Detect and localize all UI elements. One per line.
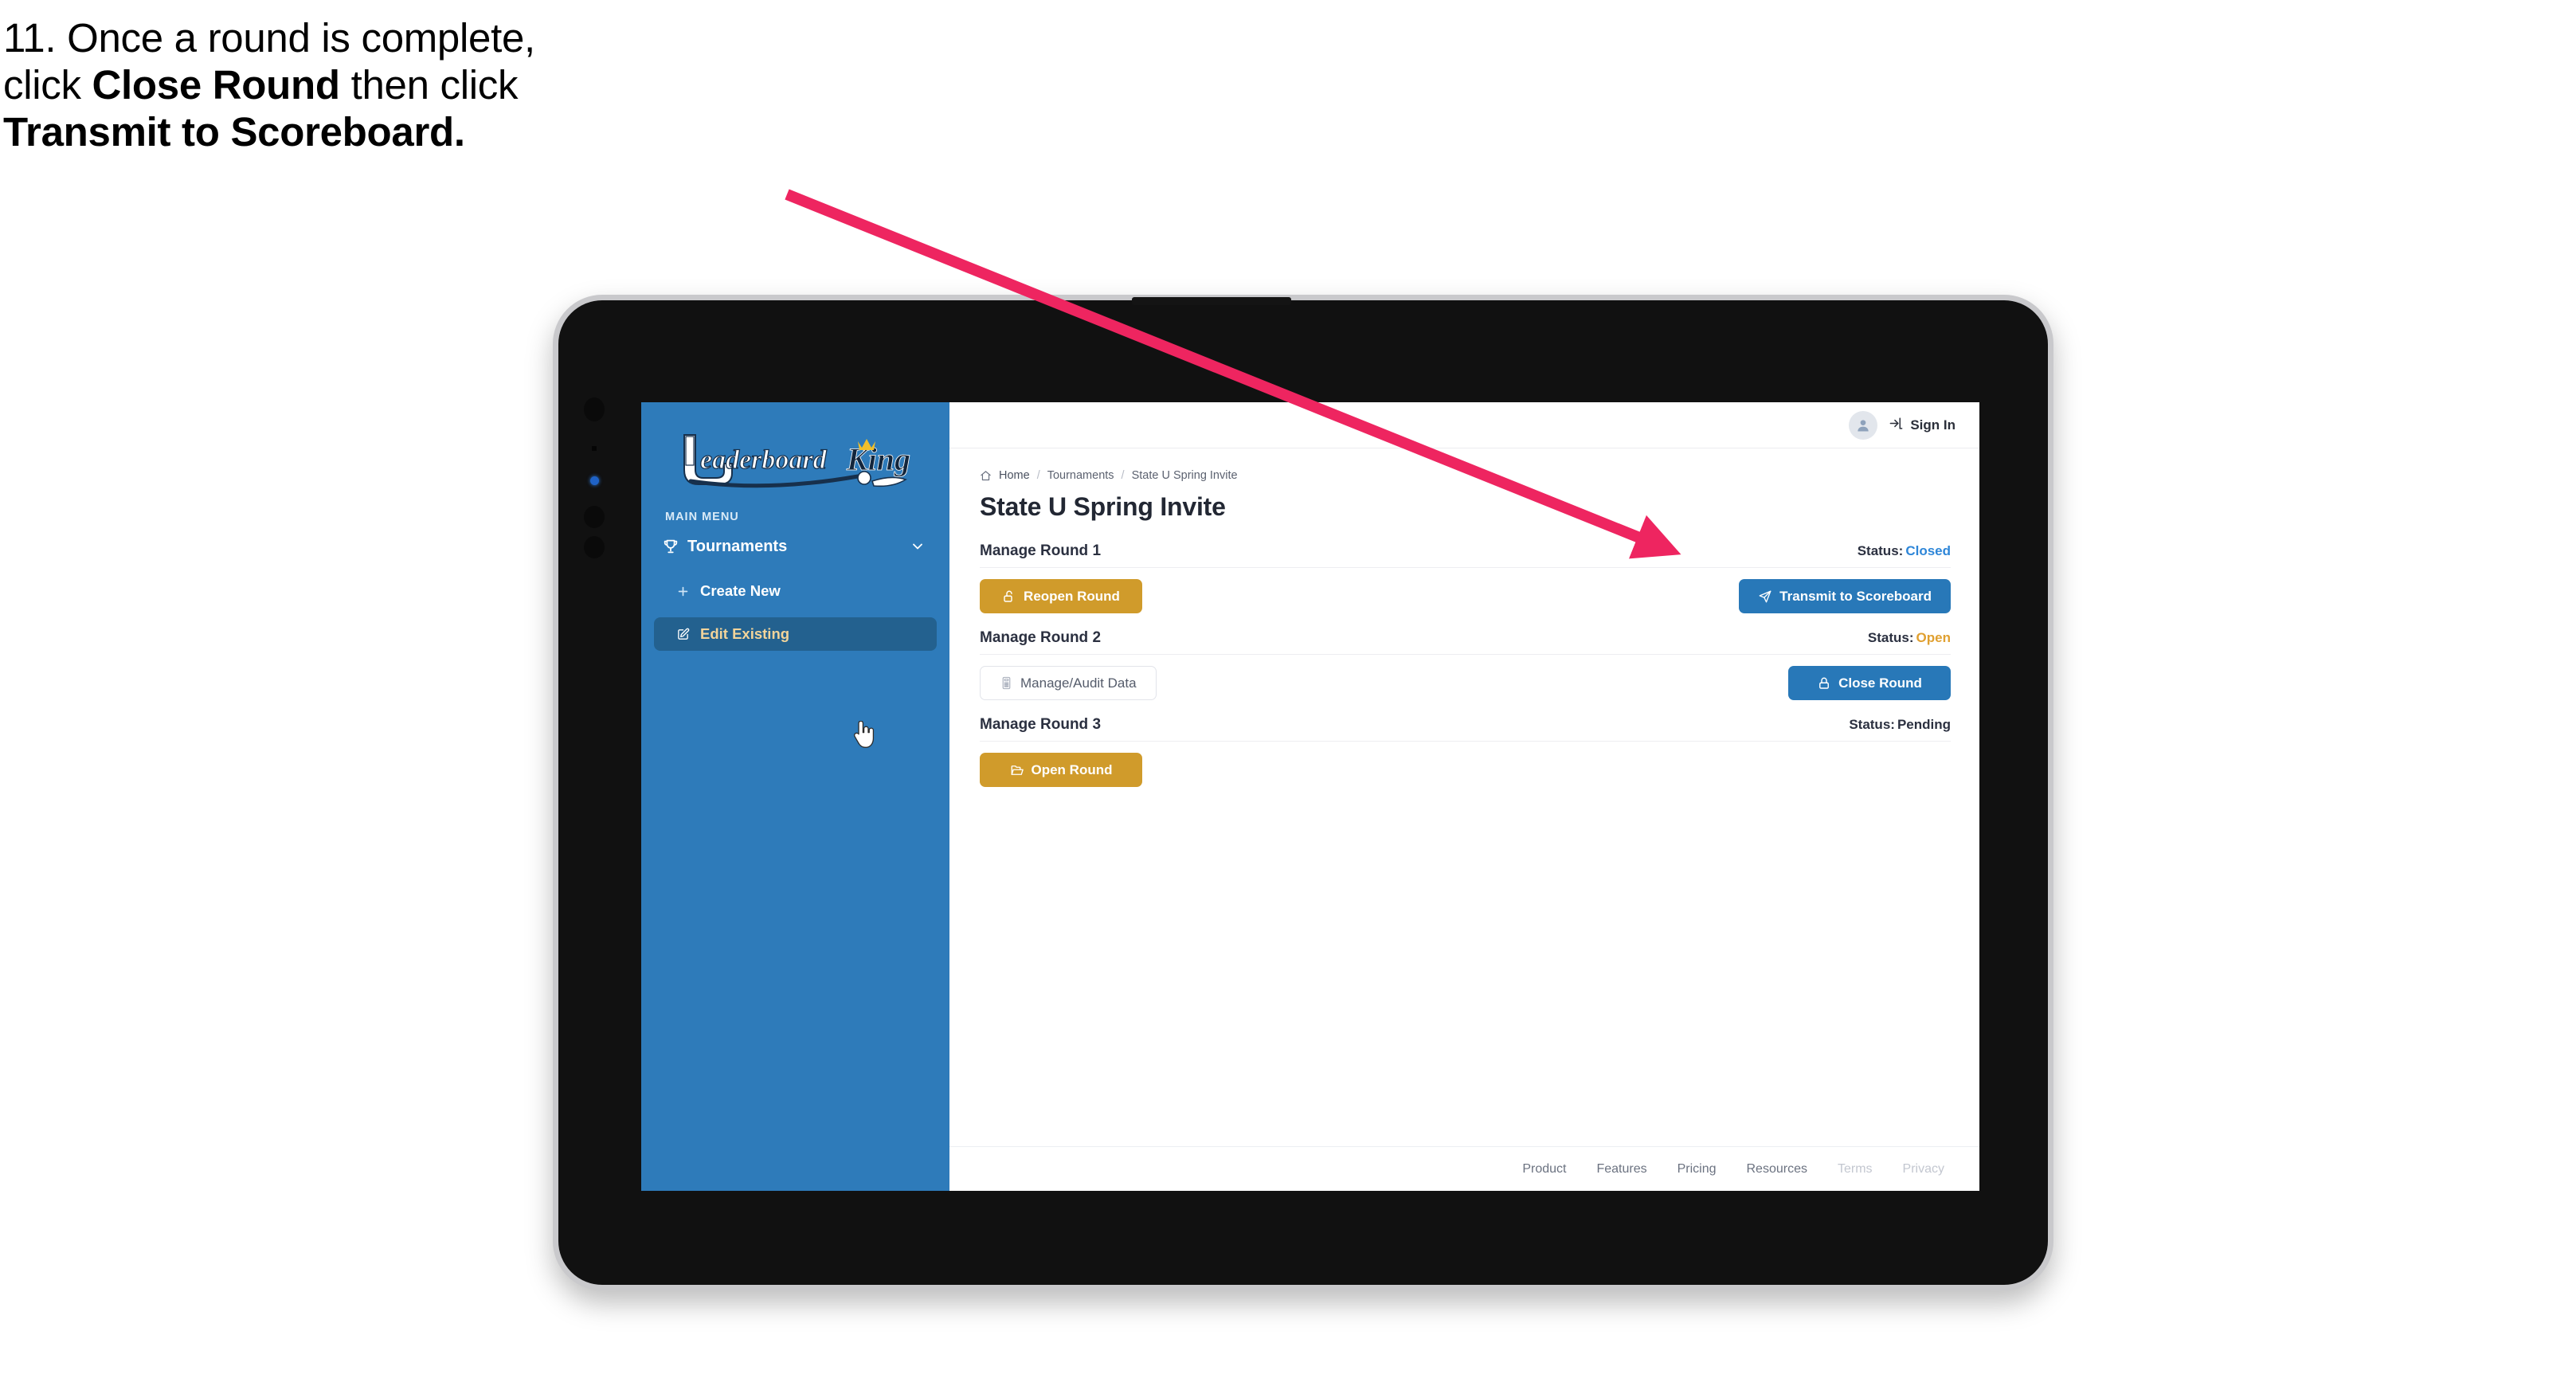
round-3-header: Manage Round 3 Status: Pending xyxy=(980,716,1951,742)
round-1-status: Status: Closed xyxy=(1858,543,1951,559)
round-1-title: Manage Round 1 xyxy=(980,542,1102,559)
caption-line-3: Transmit to Scoreboard. xyxy=(3,112,863,152)
round-2-status-prefix: Status: xyxy=(1867,630,1914,645)
round-1-header: Manage Round 1 Status: Closed xyxy=(980,542,1951,568)
round-1-actions: Reopen Round Transmit to Scoreboard xyxy=(980,568,1951,613)
top-bar: Sign In xyxy=(949,402,1979,448)
trophy-icon xyxy=(662,538,686,555)
app-logo[interactable]: eaderboard King xyxy=(641,420,949,496)
round-2-header: Manage Round 2 Status: Open xyxy=(980,629,1951,655)
status-badge: Open xyxy=(1916,630,1951,645)
sidebar-item-create-new[interactable]: Create New xyxy=(654,574,937,608)
close-round-button[interactable]: Close Round xyxy=(1788,666,1951,700)
footer-link-resources[interactable]: Resources xyxy=(1747,1162,1807,1177)
unlock-icon xyxy=(1002,589,1016,604)
plus-icon xyxy=(676,583,700,599)
edit-square-icon xyxy=(676,626,700,642)
round-3-status-prefix: Status: xyxy=(1849,717,1895,732)
tablet-mic-dot-1 xyxy=(584,506,605,528)
breadcrumb-item-current: State U Spring Invite xyxy=(1131,469,1238,482)
round-3-actions: Open Round xyxy=(980,742,1951,787)
round-block-1: Manage Round 1 Status: Closed Reopen Rou… xyxy=(980,542,1951,613)
sidebar: eaderboard King MAIN MENU Tournaments Cr… xyxy=(641,402,949,1191)
manage-audit-data-button[interactable]: Manage/Audit Data xyxy=(980,666,1157,700)
screenshot-root: 11. Once a round is complete, click Clos… xyxy=(0,0,2576,1386)
transmit-to-scoreboard-button[interactable]: Transmit to Scoreboard xyxy=(1739,579,1951,613)
breadcrumb-item-tournaments[interactable]: Tournaments xyxy=(1047,469,1114,482)
paper-plane-icon xyxy=(1758,589,1772,604)
tablet-top-notch xyxy=(1132,297,1291,305)
close-round-label: Close Round xyxy=(1838,675,1922,691)
user-avatar-icon[interactable] xyxy=(1849,410,1878,440)
round-2-status: Status: Open xyxy=(1868,630,1951,646)
main-content: Sign In Home / Tournaments / State U Spr… xyxy=(949,402,1979,1191)
calculator-icon xyxy=(1000,676,1013,690)
footer-link-product[interactable]: Product xyxy=(1522,1162,1566,1177)
open-round-label: Open Round xyxy=(1031,762,1113,777)
sign-in-button[interactable]: Sign In xyxy=(1889,416,1955,435)
instruction-caption: 11. Once a round is complete, click Clos… xyxy=(3,18,863,159)
sidebar-section-label: MAIN MENU xyxy=(665,511,739,523)
footer-link-features[interactable]: Features xyxy=(1596,1162,1646,1177)
hand-pointer-cursor xyxy=(851,720,875,751)
reopen-round-button[interactable]: Reopen Round xyxy=(980,579,1142,613)
status-badge: Closed xyxy=(1905,543,1951,558)
breadcrumb: Home / Tournaments / State U Spring Invi… xyxy=(980,469,1951,482)
caption-line-1: 11. Once a round is complete, xyxy=(3,15,535,61)
breadcrumb-separator-2: / xyxy=(1121,469,1125,482)
transmit-to-scoreboard-label: Transmit to Scoreboard xyxy=(1779,588,1932,604)
tablet-sensor-speck xyxy=(592,446,597,451)
breadcrumb-separator-1: / xyxy=(1036,469,1040,482)
svg-text:eaderboard: eaderboard xyxy=(700,445,828,475)
round-block-2: Manage Round 2 Status: Open Manage/Audit… xyxy=(980,629,1951,700)
page-footer: Product Features Pricing Resources Terms… xyxy=(949,1146,1979,1191)
leaderboardking-logo-icon: eaderboard King xyxy=(683,434,910,488)
sidebar-item-edit-existing-label: Edit Existing xyxy=(700,625,790,642)
tablet-status-led xyxy=(590,476,599,485)
lock-icon xyxy=(1817,676,1831,691)
round-block-3: Manage Round 3 Status: Pending Open Roun… xyxy=(980,716,1951,787)
manage-audit-data-label: Manage/Audit Data xyxy=(1020,675,1137,691)
login-arrow-icon xyxy=(1889,416,1904,435)
sign-in-label: Sign In xyxy=(1910,417,1955,433)
caption-line-3-bold: Transmit to Scoreboard. xyxy=(3,109,465,155)
tablet-screen: eaderboard King MAIN MENU Tournaments Cr… xyxy=(641,402,1979,1191)
page-body: Home / Tournaments / State U Spring Invi… xyxy=(949,448,1979,1146)
round-3-title: Manage Round 3 xyxy=(980,716,1102,733)
footer-link-pricing[interactable]: Pricing xyxy=(1678,1162,1717,1177)
footer-link-privacy[interactable]: Privacy xyxy=(1903,1162,1944,1177)
page-title: State U Spring Invite xyxy=(980,492,1226,521)
folder-open-icon xyxy=(1010,763,1024,777)
sidebar-item-tournaments-label: Tournaments xyxy=(687,537,788,555)
round-1-status-prefix: Status: xyxy=(1857,543,1904,558)
tablet-mic-dot-2 xyxy=(584,536,605,558)
open-round-button[interactable]: Open Round xyxy=(980,753,1142,787)
svg-text:King: King xyxy=(846,441,910,477)
footer-link-terms[interactable]: Terms xyxy=(1838,1162,1873,1177)
caption-line-2-pre: click xyxy=(3,62,92,108)
round-3-status: Status: Pending xyxy=(1849,717,1951,733)
tablet-camera-dot xyxy=(584,397,605,421)
sidebar-item-edit-existing[interactable]: Edit Existing xyxy=(654,617,937,651)
chevron-down-icon[interactable] xyxy=(910,538,926,554)
tablet-device-frame: eaderboard King MAIN MENU Tournaments Cr… xyxy=(553,295,2053,1290)
home-icon xyxy=(980,470,992,482)
reopen-round-label: Reopen Round xyxy=(1024,588,1120,604)
caption-line-2-post: then click xyxy=(339,62,519,108)
round-2-title: Manage Round 2 xyxy=(980,629,1102,646)
breadcrumb-item-home[interactable]: Home xyxy=(999,469,1030,482)
sidebar-item-create-new-label: Create New xyxy=(700,582,781,599)
sidebar-item-tournaments[interactable]: Tournaments xyxy=(641,528,949,565)
caption-line-2: click Close Round then click xyxy=(3,65,863,105)
round-2-actions: Manage/Audit Data Close Round xyxy=(980,655,1951,700)
caption-line-2-bold: Close Round xyxy=(92,62,341,108)
status-badge: Pending xyxy=(1897,717,1951,732)
